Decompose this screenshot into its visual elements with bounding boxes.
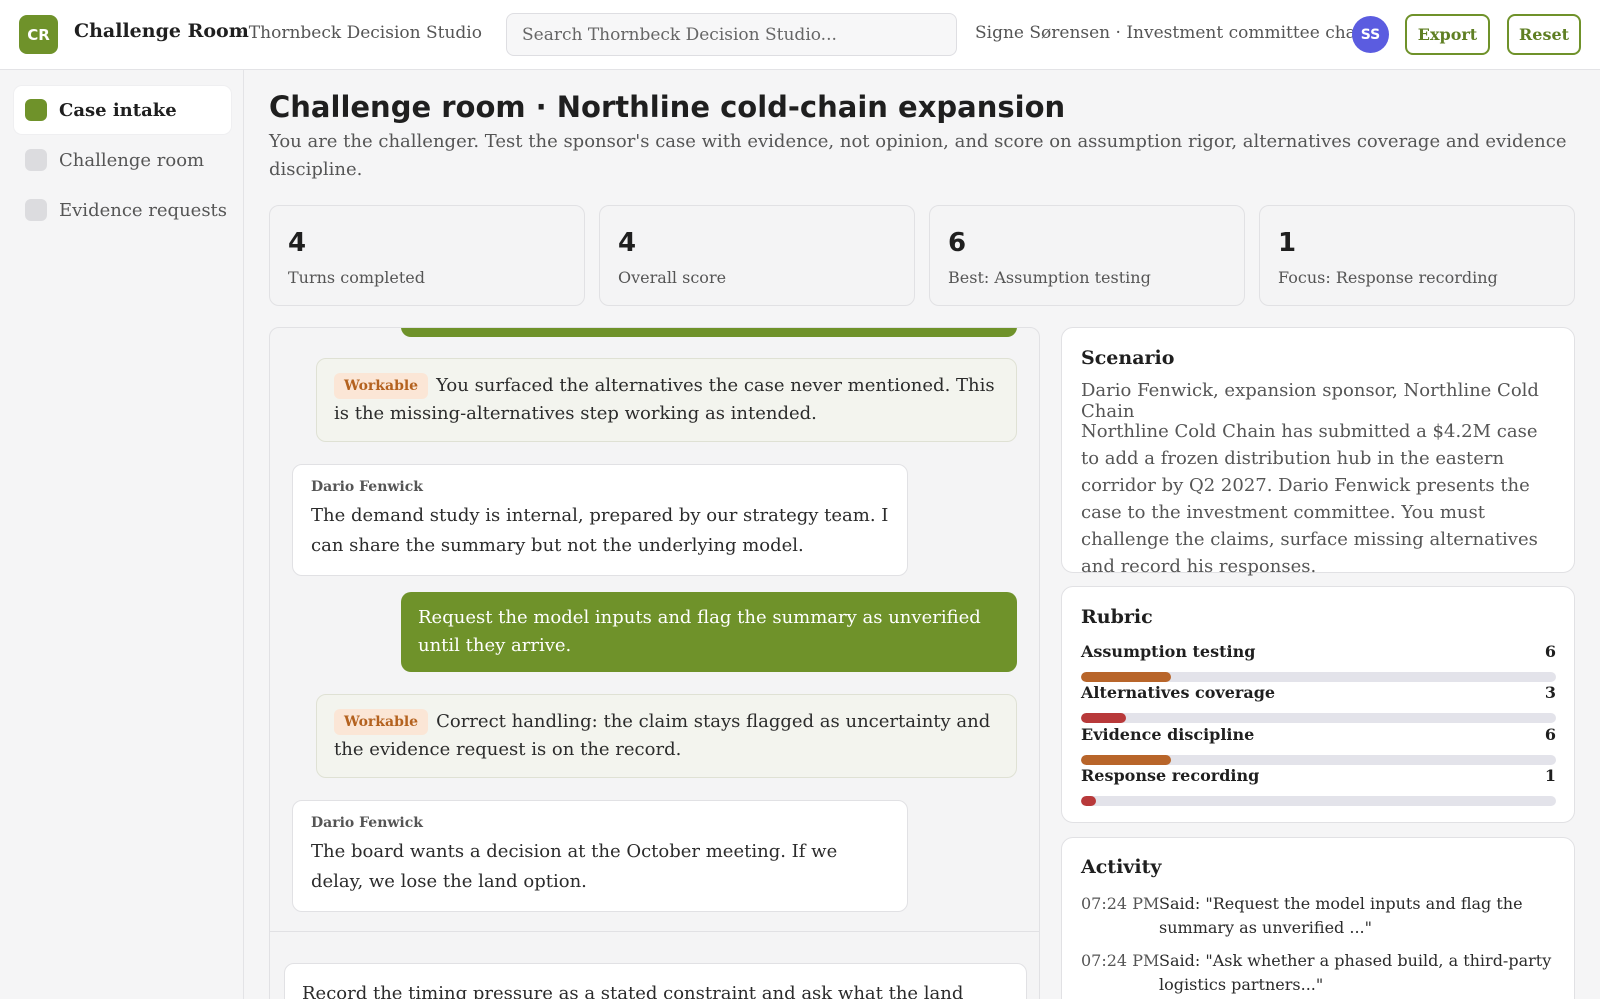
rubric-score: 6: [1544, 642, 1556, 661]
feedback-text: Correct handling: the claim stays flagge…: [334, 711, 991, 760]
top-bar: CR Challenge Room · Thornbeck Decision S…: [0, 0, 1600, 70]
stat-label: Turns completed: [288, 268, 425, 287]
rubric-bar-track: [1081, 672, 1556, 682]
user-message-previous: [401, 328, 1017, 337]
feedback-badge: Workable: [334, 709, 429, 735]
sidebar-item-evidence-requests[interactable]: Evidence requests: [14, 186, 231, 234]
scenario-card: Scenario Dario Fenwick, expansion sponso…: [1061, 327, 1575, 577]
sponsor-name: Dario Fenwick: [311, 479, 423, 495]
stat-card: 1 Focus: Response recording: [1259, 205, 1575, 306]
stat-label: Best: Assumption testing: [948, 268, 1151, 287]
sponsor-message: Dario Fenwick The board wants a decision…: [292, 800, 908, 912]
rubric-score: 6: [1544, 725, 1556, 744]
sponsor-message: Dario Fenwick The demand study is intern…: [292, 464, 908, 576]
sidebar-item-label: Challenge room: [59, 149, 205, 171]
rubric-label: Response recording: [1081, 766, 1260, 785]
rubric-bar-track: [1081, 713, 1556, 723]
user-message: Request the model inputs and flag the su…: [401, 592, 1017, 672]
stat-value: 6: [948, 228, 967, 258]
scenario-sponsor: Dario Fenwick, expansion sponsor, Northl…: [1081, 380, 1539, 422]
rubric-bar-fill: [1081, 713, 1126, 723]
stat-card: 4 Overall score: [599, 205, 915, 306]
activity-card: Activity 07:24 PM Said: "Request the mod…: [1061, 837, 1575, 999]
sponsor-text: The board wants a decision at the Octobe…: [311, 841, 838, 892]
status-dot-icon: [25, 149, 47, 171]
stat-label: Focus: Response recording: [1278, 268, 1498, 287]
scenario-title: Scenario: [1081, 347, 1175, 369]
app-logo: CR: [19, 15, 58, 54]
sidebar-item-challenge-room[interactable]: Challenge room: [14, 136, 231, 184]
feedback-message: Workable Correct handling: the claim stay…: [316, 694, 1017, 778]
sponsor-name: Dario Fenwick: [311, 815, 423, 831]
rubric-bar-fill: [1081, 672, 1171, 682]
rubric-bar-fill: [1081, 755, 1171, 765]
activity-time: 07:24 PM: [1081, 951, 1160, 970]
sidebar: Case intake Challenge room Evidence requ…: [0, 70, 244, 999]
sponsor-text: The demand study is internal, prepared b…: [311, 505, 889, 556]
feedback-badge: Workable: [334, 373, 429, 399]
feedback-message: Workable You surfaced the alternatives th…: [316, 358, 1017, 442]
workspace-name: · Thornbeck Decision Studio: [238, 23, 482, 43]
app-title: Challenge Room: [74, 20, 249, 42]
rubric-label: Assumption testing: [1081, 642, 1256, 661]
status-dot-icon: [25, 199, 47, 221]
composer-divider: [270, 931, 1039, 932]
rubric-bar-fill: [1081, 796, 1096, 806]
rubric-label: Alternatives coverage: [1081, 683, 1276, 702]
page-subtitle: You are the challenger. Test the sponsor…: [269, 131, 1567, 180]
rubric-bar-track: [1081, 796, 1556, 806]
rubric-label: Evidence discipline: [1081, 725, 1255, 744]
scenario-body: Northline Cold Chain has submitted a $4.…: [1081, 421, 1538, 577]
stat-value: 1: [1278, 228, 1297, 258]
activity-text: Said: "Ask whether a phased build, a thi…: [1159, 951, 1552, 994]
sidebar-item-label: Case intake: [59, 99, 177, 121]
rubric-bar-track: [1081, 755, 1556, 765]
feedback-text: You surfaced the alternatives the case n…: [334, 375, 995, 424]
stat-value: 4: [288, 228, 307, 258]
activity-title: Activity: [1081, 856, 1162, 878]
stat-label: Overall score: [618, 268, 727, 287]
status-dot-icon: [25, 99, 47, 121]
rubric-score: 3: [1544, 683, 1556, 702]
rubric-score: 1: [1544, 766, 1556, 785]
activity-time: 07:24 PM: [1081, 894, 1160, 913]
avatar[interactable]: SS: [1352, 16, 1389, 53]
activity-text: Said: "Request the model inputs and flag…: [1159, 894, 1523, 937]
sidebar-item-case-intake[interactable]: Case intake: [14, 86, 231, 134]
sidebar-item-label: Evidence requests: [59, 199, 228, 221]
stat-card: 4 Turns completed: [269, 205, 585, 306]
reply-composer[interactable]: Record the timing pressure as a stated c…: [284, 963, 1027, 999]
stat-value: 4: [618, 228, 637, 258]
stat-card: 6 Best: Assumption testing: [929, 205, 1245, 306]
page-title: Challenge room · Northline cold-chain ex…: [269, 90, 1066, 124]
user-label: Signe Sørensen · Investment committee ch…: [975, 23, 1370, 43]
conversation-panel[interactable]: Workable You surfaced the alternatives th…: [269, 327, 1040, 999]
reset-button[interactable]: Reset: [1507, 14, 1581, 55]
rubric-title: Rubric: [1081, 606, 1153, 628]
search-input[interactable]: [506, 13, 957, 56]
rubric-card: Rubric Assumption testing 6 Alternatives…: [1061, 586, 1575, 823]
export-button[interactable]: Export: [1405, 14, 1490, 55]
